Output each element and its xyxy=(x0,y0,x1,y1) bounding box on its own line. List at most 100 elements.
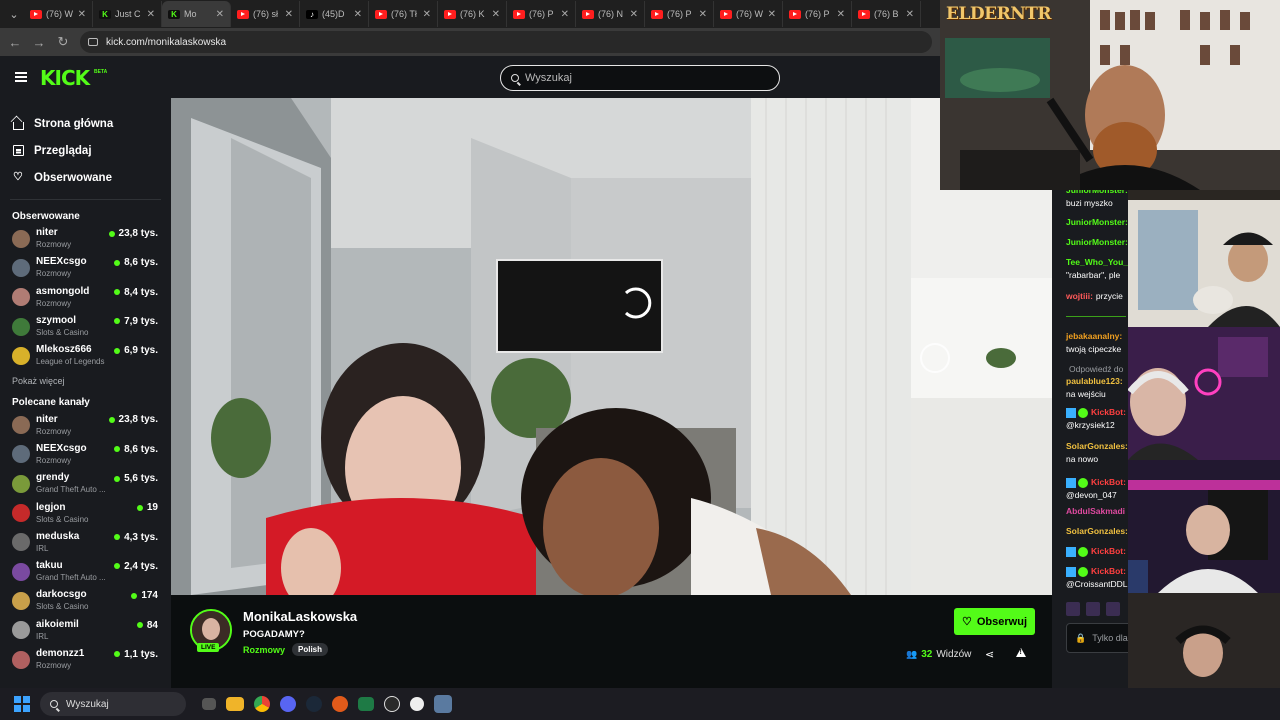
close-tab-icon[interactable]: ✕ xyxy=(768,9,776,20)
chat-username[interactable]: Tee_Who_You_ xyxy=(1066,257,1128,267)
browser-tab[interactable]: K Just C ✕ xyxy=(93,1,162,27)
app-icon-orange[interactable] xyxy=(332,696,348,712)
nav-home[interactable]: Strona główna xyxy=(0,110,171,137)
channel-viewers: 23,8 tys. xyxy=(108,414,158,425)
browser-tab[interactable]: (76) Tł ✕ xyxy=(369,1,438,27)
menu-icon[interactable] xyxy=(15,72,27,82)
file-explorer-icon[interactable] xyxy=(226,697,244,711)
browser-tab[interactable]: K Mo ✕ xyxy=(162,1,231,27)
chat-input[interactable]: 🔒 Tylko dla xyxy=(1066,623,1130,653)
back-arrow-icon[interactable]: ← xyxy=(8,35,22,50)
windows-start-icon[interactable] xyxy=(14,696,30,712)
close-tab-icon[interactable]: ✕ xyxy=(147,9,155,20)
forward-arrow-icon[interactable]: → xyxy=(32,35,46,50)
close-tab-icon[interactable]: ✕ xyxy=(699,9,707,20)
close-tab-icon[interactable]: ✕ xyxy=(561,9,569,20)
excel-icon[interactable] xyxy=(358,697,374,711)
emote-icon[interactable] xyxy=(1066,602,1080,616)
reload-icon[interactable]: ↻ xyxy=(56,34,70,50)
language-tag[interactable]: Polish xyxy=(292,643,329,656)
search-input[interactable] xyxy=(525,72,755,84)
share-icon[interactable]: ⋖ xyxy=(985,648,994,661)
channel-name: grendy xyxy=(36,472,70,484)
browser-tab[interactable]: (76) B ✕ xyxy=(852,1,921,27)
emote-icon[interactable] xyxy=(1086,602,1100,616)
sidebar-channel-neexcsgo[interactable]: NEEXcsgo Rozmowy 8,6 tys. xyxy=(0,253,171,282)
browser-tab[interactable]: ♪ (45)D ✕ xyxy=(300,1,369,27)
sidebar-channel-niter[interactable]: niter Rozmowy 23,8 tys. xyxy=(0,410,171,439)
sidebar-channel-takuu[interactable]: takuu Grand Theft Auto ... 2,4 tys. xyxy=(0,557,171,586)
sidebar-channel-grendy[interactable]: grendy Grand Theft Auto ... 5,6 tys. xyxy=(0,469,171,498)
tab-search-chevron-icon[interactable]: ⌄ xyxy=(4,4,24,24)
chat-username[interactable]: KickBot: xyxy=(1091,546,1126,556)
chat-username[interactable]: JuniorMonster: xyxy=(1066,190,1128,195)
browser-tab[interactable]: (76) K ✕ xyxy=(438,1,507,27)
browser-tab[interactable]: (76) W ✕ xyxy=(714,1,783,27)
discord-icon[interactable] xyxy=(280,696,296,712)
site-info-icon[interactable] xyxy=(88,38,98,46)
close-tab-icon[interactable]: ✕ xyxy=(492,9,500,20)
chat-username[interactable]: AbdulSakmadi xyxy=(1066,506,1125,516)
channel-viewers: 8,6 tys. xyxy=(114,444,158,455)
emote-icon[interactable] xyxy=(1106,602,1120,616)
sidebar-channel-neexcsgo[interactable]: NEEXcsgo Rozmowy 8,6 tys. xyxy=(0,440,171,469)
taskbar-search[interactable]: Wyszukaj xyxy=(40,692,186,716)
app-icon-active[interactable] xyxy=(434,695,452,713)
sidebar-channel-darkocsgo[interactable]: darkocsgo Slots & Casino 174 xyxy=(0,586,171,615)
channel-viewers-count: 7,9 tys. xyxy=(124,315,158,327)
chat-username[interactable]: jebakaanalny: xyxy=(1066,331,1122,341)
chat-username[interactable]: KickBot: xyxy=(1091,477,1126,487)
browser-tab[interactable]: (76) W ✕ xyxy=(24,1,93,27)
close-tab-icon[interactable]: ✕ xyxy=(285,9,293,20)
sidebar-channel-legjon[interactable]: legjon Slots & Casino 19 xyxy=(0,498,171,527)
chrome-icon[interactable] xyxy=(254,696,270,712)
nav-following[interactable]: ♡ Obserwowane xyxy=(0,164,171,191)
channel-text: legjon Slots & Casino xyxy=(36,502,114,525)
chat-username[interactable]: wojtiii: xyxy=(1066,291,1093,301)
show-more-link[interactable]: Pokaż więcej xyxy=(0,370,171,392)
close-tab-icon[interactable]: ✕ xyxy=(906,9,914,20)
settings-gear-icon[interactable] xyxy=(410,697,424,711)
sidebar-channel-niter[interactable]: niter Rozmowy 23,8 tys. xyxy=(0,224,171,253)
close-tab-icon[interactable]: ✕ xyxy=(423,9,431,20)
sidebar-channel-mlekosz666[interactable]: Mlekosz666 League of Legends 6,9 tys. xyxy=(0,341,171,370)
task-view-icon[interactable] xyxy=(202,698,216,710)
chat-username[interactable]: JuniorMonster: xyxy=(1066,217,1128,227)
browser-tab[interactable]: (76) P ✕ xyxy=(507,1,576,27)
chat-username[interactable]: KickBot: xyxy=(1091,407,1126,417)
steam-icon[interactable] xyxy=(306,696,322,712)
channel-viewers-count: 8,6 tys. xyxy=(124,257,158,269)
browser-tab[interactable]: (76) P ✕ xyxy=(645,1,714,27)
sidebar-channel-aikoiemil[interactable]: aikoiemil IRL 84 xyxy=(0,616,171,645)
close-tab-icon[interactable]: ✕ xyxy=(216,9,224,20)
chat-username[interactable]: SolarGonzales: xyxy=(1066,526,1128,536)
obs-icon[interactable] xyxy=(384,696,400,712)
browser-tab[interactable]: (76) P ✕ xyxy=(783,1,852,27)
browser-tab[interactable]: (76) sł ✕ xyxy=(231,1,300,27)
search-box[interactable] xyxy=(500,65,780,91)
browser-tab[interactable]: (76) N ✕ xyxy=(576,1,645,27)
chat-message: paulablue123: na wejściu xyxy=(1066,375,1126,401)
url-field[interactable]: kick.com/monikalaskowska xyxy=(80,31,932,53)
report-icon[interactable] xyxy=(1016,648,1026,657)
youtube-icon xyxy=(720,9,732,19)
close-tab-icon[interactable]: ✕ xyxy=(354,9,362,20)
video-player[interactable] xyxy=(171,98,1052,595)
stream-category[interactable]: Rozmowy xyxy=(243,645,285,655)
nav-browse[interactable]: Przeglądaj xyxy=(0,137,171,164)
streamer-name[interactable]: MonikaLaskowska xyxy=(243,609,357,624)
sidebar-channel-demonzz1[interactable]: demonzz1 Rozmowy 1,1 tys. xyxy=(0,645,171,674)
verified-badge-icon xyxy=(1078,407,1088,418)
close-tab-icon[interactable]: ✕ xyxy=(78,9,86,20)
close-tab-icon[interactable]: ✕ xyxy=(837,9,845,20)
chat-username[interactable]: KickBot: xyxy=(1091,566,1126,576)
kick-logo[interactable]: KICK xyxy=(40,66,90,90)
close-tab-icon[interactable]: ✕ xyxy=(630,9,638,20)
chat-username[interactable]: SolarGonzales: xyxy=(1066,441,1128,451)
sidebar-channel-meduska[interactable]: meduska IRL 4,3 tys. xyxy=(0,528,171,557)
chat-username[interactable]: JuniorMonster: xyxy=(1066,237,1128,247)
sidebar-channel-asmongold[interactable]: asmongold Rozmowy 8,4 tys. xyxy=(0,283,171,312)
follow-button[interactable]: ♡ Obserwuj xyxy=(954,608,1035,635)
sidebar-channel-szymool[interactable]: szymool Slots & Casino 7,9 tys. xyxy=(0,312,171,341)
chat-username[interactable]: paulablue123: xyxy=(1066,376,1123,386)
